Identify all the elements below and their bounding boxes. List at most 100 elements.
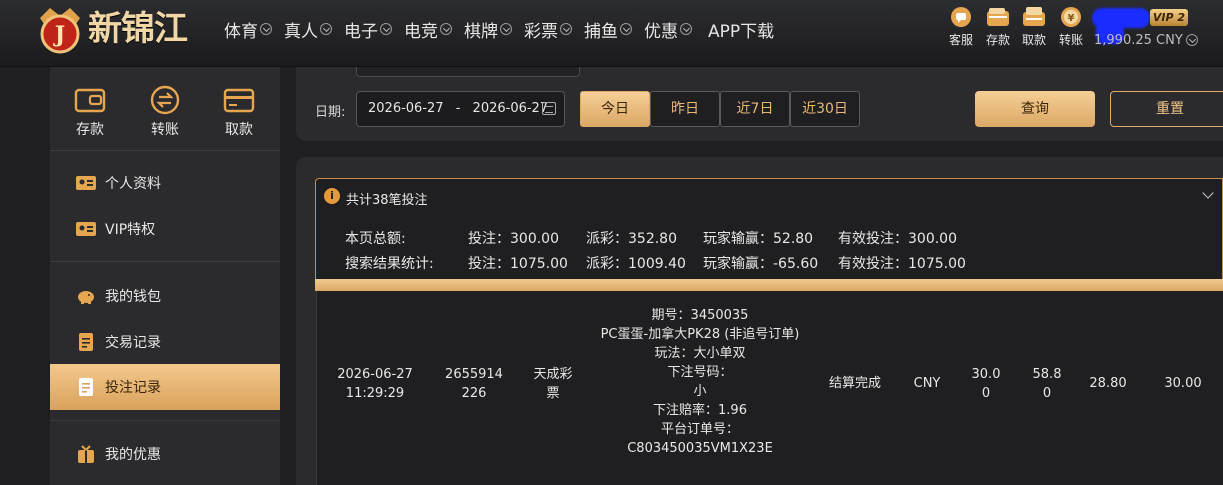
cell-line: 226 [461,386,487,401]
sidebar-item-label: 我的优惠 [105,447,161,463]
cell-status: 结算完成 [828,376,881,391]
cell-valid-bet: 30.00 [1164,376,1202,391]
wallet-icon [987,8,1009,26]
quick-withdraw[interactable]: 取款 [1016,6,1052,48]
range-today-button[interactable]: 今日 [580,91,650,127]
chevron-down-icon [680,23,692,35]
chevron-down-icon [620,23,632,35]
nav-lottery[interactable]: 彩票 [524,16,572,42]
nav-fishing[interactable]: 捕鱼 [584,16,632,42]
calendar-icon [542,102,556,115]
search-payout: 派彩：1009.40 [586,256,686,272]
card-icon [1023,7,1045,26]
date-separator: - [455,101,461,116]
sidebar-deposit-button[interactable]: 存款 [62,85,118,139]
id-card-icon [76,176,96,190]
sidebar-item-label: VIP特权 [105,222,156,238]
balance-value: 1,990.25 CNY [1094,33,1183,48]
cell-line: 0 [1042,386,1052,401]
detail-play-type: 玩法：大小单双 [654,346,746,361]
vip-card-icon [76,222,96,236]
brand-name[interactable]: 新锦江 [88,9,188,49]
date-range-input[interactable]: 2026-06-27 - 2026-06-27 [356,91,565,127]
game-type-select[interactable] [356,67,580,77]
brand-logo-icon[interactable]: J [34,4,86,56]
document-icon [79,333,93,351]
sidebar-item-promotions[interactable]: 我的优惠 [50,431,280,477]
quick-label: 客服 [948,33,973,47]
nav-label: 电子 [344,21,378,42]
nav-label: APP下载 [708,21,775,42]
cell-line: 58.8 [1032,367,1062,382]
sidebar: 存款 转账 取款 个人资料 VIP特权 我的钱包 交易记录 投注记录 我的优惠 [50,67,280,485]
chevron-down-icon[interactable] [1202,187,1214,199]
gift-icon [78,445,94,463]
cell-time: 2026-06-27 11:29:29 [330,365,420,403]
nav-chess[interactable]: 棋牌 [464,16,512,42]
range-yesterday-button[interactable]: 昨日 [650,91,720,127]
balance-display[interactable]: 1,990.25 CNY [1094,33,1198,48]
cell-line: 11:29:29 [345,386,405,401]
chevron-down-icon [1185,34,1198,46]
sidebar-action-label: 取款 [225,122,253,138]
sidebar-item-profile[interactable]: 个人资料 [50,160,280,206]
chat-icon [951,7,971,27]
logo-letter: J [53,22,65,48]
search-valid-bet: 有效投注：1075.00 [838,256,966,272]
nav-promotions[interactable]: 优惠 [644,16,692,42]
nav-label: 捕鱼 [584,21,618,42]
nav-label: 真人 [284,21,318,42]
nav-live[interactable]: 真人 [284,16,332,42]
detail-game: PC蛋蛋-加拿大PK28 (非追号订单) [600,327,800,342]
wallet-icon [74,88,106,113]
sidebar-item-vip[interactable]: VIP特权 [50,206,280,252]
detail-bet-number-label: 下注号码： [667,365,733,380]
page-total-label: 本页总额: [345,231,406,247]
reset-button[interactable]: 重置 [1110,91,1223,127]
nav-sports[interactable]: 体育 [224,16,272,42]
cell-bet-id: 2655914 226 [440,365,508,403]
date-label: 日期: [315,105,346,120]
vip-badge[interactable]: VIP 2 [1150,9,1188,26]
range-30days-button[interactable]: 近30日 [790,91,860,127]
sidebar-item-label: 我的钱包 [105,289,161,305]
cell-line: 2026-06-27 [337,367,413,382]
bet-count: 共计38笔投注 [346,193,428,208]
nav-label: 彩票 [524,21,558,42]
sidebar-transfer-button[interactable]: 转账 [137,85,193,139]
detail-period: 期号：3450035 [651,308,749,323]
sidebar-withdraw-button[interactable]: 取款 [211,85,267,139]
svg-text:¥: ¥ [1068,13,1075,24]
cell-line: 0 [981,386,991,401]
quick-transfer[interactable]: ¥ 转账 [1053,6,1089,48]
quick-customer-service[interactable]: 客服 [943,6,979,48]
cell-line: 票 [546,386,560,401]
table-header-bar [315,279,1223,291]
cell-bet-detail: 期号：3450035 PC蛋蛋-加拿大PK28 (非追号订单) 玩法：大小单双 … [585,306,815,458]
quick-label: 转账 [1058,33,1083,47]
range-7days-button[interactable]: 近7日 [720,91,790,127]
date-start: 2026-06-27 [368,101,444,116]
sidebar-action-label: 转账 [151,122,179,138]
detail-order-id: C803450035VM1X23E [627,441,773,456]
page-payout: 派彩：352.80 [586,231,677,247]
nav-label: 棋牌 [464,21,498,42]
sidebar-item-wallet[interactable]: 我的钱包 [50,273,280,319]
chevron-down-icon [560,23,572,35]
sidebar-action-label: 存款 [76,122,104,138]
nav-app-download[interactable]: APP下载 [708,16,774,42]
nav-slots[interactable]: 电子 [344,16,392,42]
piggy-bank-icon [78,291,94,304]
sidebar-item-transactions[interactable]: 交易记录 [50,319,280,365]
search-total-label: 搜索结果统计: [345,256,434,272]
chevron-down-icon [500,23,512,35]
cell-payout: 58.8 0 [1027,365,1067,403]
divider [50,261,280,262]
sidebar-item-bet-records[interactable]: 投注记录 [50,364,280,410]
sidebar-item-label: 投注记录 [105,380,161,396]
sidebar-item-label: 交易记录 [105,335,161,351]
nav-esports[interactable]: 电竞 [404,16,452,42]
sidebar-quick-actions: 存款 转账 取款 [50,67,280,151]
quick-deposit[interactable]: 存款 [980,6,1016,48]
query-button[interactable]: 查询 [975,91,1095,127]
